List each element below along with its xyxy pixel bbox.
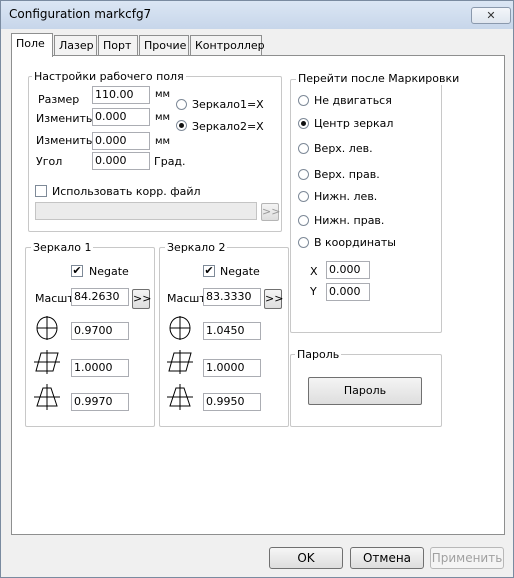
mirror1-parallelogram-input[interactable]: 1.0000 [71,359,129,377]
tab-other[interactable]: Прочие [139,35,189,55]
change1-unit: мм [155,112,171,123]
mirror1x-radio[interactable] [176,99,187,110]
goto-top-left-radio[interactable] [298,143,309,154]
size-label: Размер [38,93,80,106]
config-window: Configuration markcfg7 ✕ Поле Лазер Порт… [0,0,514,578]
barrel-distortion-icon [34,315,60,341]
cancel-button[interactable]: Отмена [350,547,424,569]
change1-label: Изменить [36,112,93,125]
angle-label: Угол [36,155,63,168]
mirror2-scale-button[interactable]: >> [264,289,283,309]
change2-input[interactable]: 0.000 [92,132,150,150]
goto-bottom-right-radio[interactable] [298,215,309,226]
goto-bottom-left-label: Нижн. лев. [314,190,378,203]
close-button[interactable]: ✕ [471,7,511,24]
after-marking-title: Перейти после Маркировки [296,72,462,85]
goto-top-right-radio[interactable] [298,169,309,180]
size-input[interactable]: 110.00 [92,86,150,104]
corr-file-path[interactable] [35,202,257,220]
mirror2-negate-checkbox[interactable]: ✔ [203,265,215,277]
mirror2x-radio[interactable] [176,120,187,131]
goto-top-left-label: Верх. лев. [314,142,373,155]
angle-input[interactable]: 0.000 [92,152,150,170]
size-unit: мм [155,89,171,100]
goto-no-move-label: Не двигаться [314,94,392,107]
mirror1-scale-label: Масшт [35,292,74,305]
field-settings-title: Настройки рабочего поля [32,70,186,83]
apply-button[interactable]: Применить [430,547,504,569]
tab-port[interactable]: Порт [98,35,138,55]
title-bar[interactable]: Configuration markcfg7 ✕ [1,1,513,29]
mirror1-title: Зеркало 1 [31,241,94,254]
tab-panel-field: Настройки рабочего поля Размер 110.00 мм… [11,55,505,535]
corr-file-checkbox[interactable] [35,185,47,197]
goto-coords-radio[interactable] [298,237,309,248]
trapezoid-distortion-icon [34,384,60,410]
window-title: Configuration markcfg7 [9,7,152,21]
close-icon: ✕ [486,9,496,22]
mirror2-title: Зеркало 2 [165,241,228,254]
password-button[interactable]: Пароль [308,377,422,405]
goto-bottom-left-radio[interactable] [298,191,309,202]
mirror1-barrel-input[interactable]: 0.9700 [71,322,129,340]
mirror1-negate-checkbox[interactable]: ✔ [71,265,83,277]
checkmark-icon: ✔ [204,264,214,277]
angle-unit: Град. [154,155,186,168]
mirror1x-label: Зеркало1=X [192,98,264,111]
mirror1-scale-input[interactable]: 84.2630 [71,288,129,306]
change1-input[interactable]: 0.000 [92,108,150,126]
mirror2-barrel-input[interactable]: 1.0450 [203,322,261,340]
barrel-distortion-icon [167,315,193,341]
goto-bottom-right-label: Нижн. прав. [314,214,385,227]
tab-field[interactable]: Поле [11,33,53,57]
mirror1-negate-label: Negate [89,265,129,278]
goto-no-move-radio[interactable] [298,95,309,106]
mirror2-parallelogram-input[interactable]: 1.0000 [203,359,261,377]
parallelogram-distortion-icon [34,350,60,374]
goto-center-label: Центр зеркал [314,117,394,130]
mirror1-trapezoid-input[interactable]: 0.9970 [71,393,129,411]
trapezoid-distortion-icon [167,384,193,410]
parallelogram-distortion-icon [167,350,193,374]
mirror1-scale-button[interactable]: >> [132,289,151,309]
x-coord-label: X [310,265,318,278]
mirror2-trapezoid-input[interactable]: 0.9950 [203,393,261,411]
x-coord-input[interactable]: 0.000 [326,261,370,279]
mirror2-scale-label: Масшт [167,292,206,305]
change2-unit: мм [155,136,171,147]
goto-coords-label: В координаты [314,236,396,249]
change2-label: Изменить [36,134,93,147]
y-coord-input[interactable]: 0.000 [326,283,370,301]
mirror2-scale-input[interactable]: 83.3330 [203,288,261,306]
mirror2x-label: Зеркало2=X [192,120,264,133]
tab-controller[interactable]: Контроллер [190,35,265,55]
ok-button[interactable]: OK [269,547,343,569]
goto-center-radio[interactable] [298,118,309,129]
checkmark-icon: ✔ [72,264,82,277]
mirror2-negate-label: Negate [220,265,260,278]
corr-file-label: Использовать корр. файл [52,185,201,198]
password-title: Пароль [295,348,342,361]
y-coord-label: Y [310,285,317,298]
tab-laser[interactable]: Лазер [54,35,97,55]
goto-top-right-label: Верх. прав. [314,168,380,181]
corr-file-browse-button[interactable]: >> [261,203,280,221]
